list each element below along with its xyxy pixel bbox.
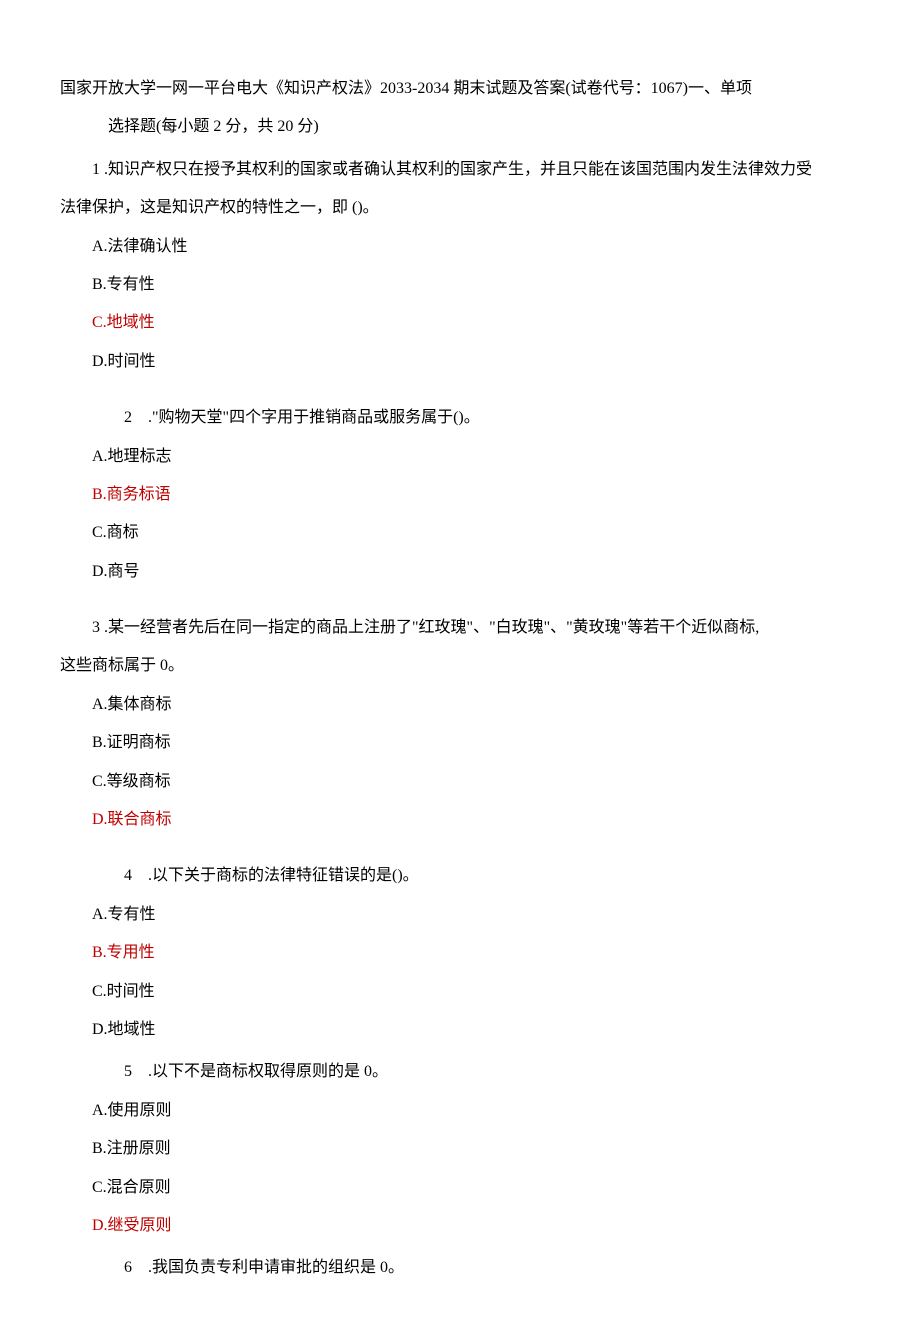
question-6-text: 6.我国负责专利申请审批的组织是 0。 [60,1249,860,1287]
question-2-number: 2 [92,399,148,437]
question-5-option-a: A.使用原则 [60,1092,860,1130]
question-6: 6.我国负责专利申请审批的组织是 0。 [60,1249,860,1287]
question-5: 5.以下不是商标权取得原则的是 0。 A.使用原则 B.注册原则 C.混合原则 … [60,1053,860,1245]
question-1-option-d: D.时间性 [60,343,860,381]
question-1-option-b: B.专有性 [60,266,860,304]
question-2-text: 2."购物天堂"四个字用于推销商品或服务属于()。 [60,399,860,437]
question-1-text-line2: 法律保护，这是知识产权的特性之一，即 ()。 [60,189,860,227]
header-line-1: 国家开放大学一网一平台电大《知识产权法》2033-2034 期末试题及答案(试卷… [60,70,860,108]
question-2-body: ."购物天堂"四个字用于推销商品或服务属于()。 [148,409,480,426]
question-3-option-a: A.集体商标 [60,686,860,724]
question-5-number: 5 [92,1053,148,1091]
question-2-option-b: B.商务标语 [60,476,860,514]
question-1-option-c: C.地域性 [60,304,860,342]
question-2-option-d: D.商号 [60,553,860,591]
document-header: 国家开放大学一网一平台电大《知识产权法》2033-2034 期末试题及答案(试卷… [60,70,860,147]
question-5-option-c: C.混合原则 [60,1169,860,1207]
question-1-option-a: A.法律确认性 [60,228,860,266]
question-3-option-b: B.证明商标 [60,724,860,762]
question-4: 4.以下关于商标的法律特征错误的是()。 A.专有性 B.专用性 C.时间性 D… [60,857,860,1049]
question-3-option-d: D.联合商标 [60,801,860,839]
question-4-option-d: D.地域性 [60,1011,860,1049]
question-2-option-a: A.地理标志 [60,438,860,476]
header-line-2: 选择题(每小题 2 分，共 20 分) [60,108,860,146]
question-5-text: 5.以下不是商标权取得原则的是 0。 [60,1053,860,1091]
question-4-option-b: B.专用性 [60,934,860,972]
question-5-option-d: D.继受原则 [60,1207,860,1245]
question-3-text-line1: 3 .某一经营者先后在同一指定的商品上注册了"红玫瑰"、"白玫瑰"、"黄玫瑰"等… [60,609,860,647]
question-4-option-a: A.专有性 [60,896,860,934]
question-1-text-line1: 1 .知识产权只在授予其权利的国家或者确认其权利的国家产生，并且只能在该国范围内… [60,151,860,189]
question-5-option-b: B.注册原则 [60,1130,860,1168]
question-6-body: .我国负责专利申请审批的组织是 0。 [148,1259,404,1276]
question-5-body: .以下不是商标权取得原则的是 0。 [148,1063,388,1080]
question-4-option-c: C.时间性 [60,973,860,1011]
question-6-number: 6 [92,1249,148,1287]
question-4-text: 4.以下关于商标的法律特征错误的是()。 [60,857,860,895]
question-2-option-c: C.商标 [60,514,860,552]
question-4-body: .以下关于商标的法律特征错误的是()。 [148,867,419,884]
question-4-number: 4 [92,857,148,895]
question-3: 3 .某一经营者先后在同一指定的商品上注册了"红玫瑰"、"白玫瑰"、"黄玫瑰"等… [60,609,860,839]
question-3-option-c: C.等级商标 [60,763,860,801]
question-3-text-line2: 这些商标属于 0。 [60,647,860,685]
question-2: 2."购物天堂"四个字用于推销商品或服务属于()。 A.地理标志 B.商务标语 … [60,399,860,591]
question-1: 1 .知识产权只在授予其权利的国家或者确认其权利的国家产生，并且只能在该国范围内… [60,151,860,381]
